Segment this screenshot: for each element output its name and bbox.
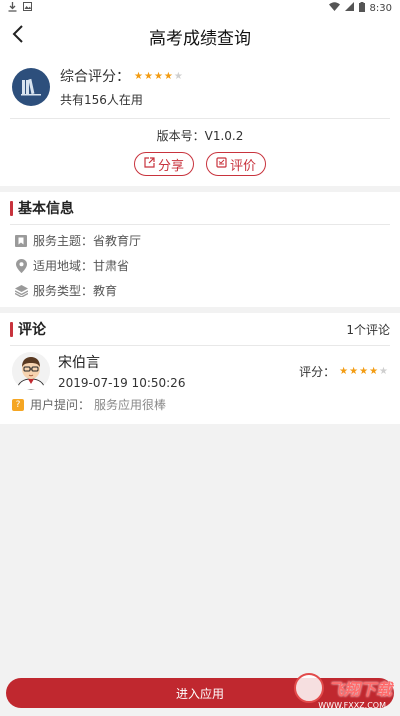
app-info: 综合评分： ★ ★ ★ ★ ★ 共有156人在用	[0, 56, 400, 118]
share-label: 分享	[157, 158, 184, 174]
bookmark-icon	[14, 234, 28, 248]
commenter-name: 宋伯言	[58, 355, 100, 371]
basic-info-section: 基本信息 服务主题：省教育厅 适用地域：甘肃省 服务类型：教育	[0, 192, 400, 307]
star-icon: ★	[153, 70, 163, 82]
star-icon: ★	[359, 365, 369, 377]
battery-icon	[358, 1, 365, 15]
star-empty-icon: ★	[379, 365, 388, 377]
comment-score: 评分： ★ ★ ★ ★ ★	[299, 363, 388, 380]
star-icon: ★	[143, 70, 153, 82]
comments-section: 评论 1个评论 宋伯言 2019-07-19 10:50:26 评分： ★ ★ …	[0, 313, 400, 424]
info-row-theme: 服务主题：省教育厅	[0, 228, 400, 253]
comment-rating-stars: ★ ★ ★ ★ ★	[339, 366, 388, 377]
image-notification-icon	[23, 2, 32, 14]
rating-label: 综合评分：	[60, 69, 130, 85]
comment-question: ? 用户提问： 服务应用很棒	[12, 396, 388, 413]
app-logo-icon	[12, 68, 50, 106]
share-icon	[144, 156, 155, 172]
section-title: 评论	[18, 322, 46, 338]
layers-icon	[14, 284, 28, 298]
section-accent-bar	[10, 200, 13, 216]
comment-time: 2019-07-19 10:50:26	[58, 376, 186, 390]
avatar	[12, 352, 50, 390]
edit-icon	[216, 156, 227, 172]
info-text: 服务主题：省教育厅	[33, 234, 142, 248]
back-button[interactable]	[0, 16, 36, 56]
comment-item: 宋伯言 2019-07-19 10:50:26 评分： ★ ★ ★ ★ ★ ? …	[0, 346, 400, 421]
question-text: 服务应用很棒	[94, 398, 167, 412]
app-card: 综合评分： ★ ★ ★ ★ ★ 共有156人在用 版本号：V1.0.2 分享 评…	[0, 56, 400, 186]
info-row-region: 适用地域：甘肃省	[0, 253, 400, 278]
enter-app-label: 进入应用	[175, 686, 224, 701]
watermark-circle-icon	[293, 673, 324, 703]
chevron-left-icon	[12, 25, 24, 47]
watermark-logo: 飞翔下载 WWW.FXXZ.COM	[293, 673, 392, 710]
info-text: 服务类型：教育	[33, 284, 118, 298]
info-row-type: 服务类型：教育	[0, 278, 400, 303]
question-label: 用户提问：	[30, 398, 91, 412]
star-icon: ★	[134, 70, 143, 82]
review-button[interactable]: 评价	[206, 152, 267, 176]
watermark-sub: WWW.FXXZ.COM	[318, 701, 386, 710]
download-icon	[8, 1, 17, 15]
status-time: 8:30	[369, 2, 392, 14]
score-label: 评分：	[299, 364, 336, 379]
star-icon: ★	[369, 365, 379, 377]
section-accent-bar	[10, 321, 13, 337]
share-button[interactable]: 分享	[133, 152, 194, 176]
app-bar: 高考成绩查询	[0, 16, 400, 56]
users-count: 共有156人在用	[60, 93, 143, 107]
page-title: 高考成绩查询	[149, 28, 251, 49]
star-icon: ★	[163, 70, 173, 82]
location-pin-icon	[14, 258, 28, 273]
star-icon: ★	[349, 365, 359, 377]
wifi-icon	[328, 2, 340, 14]
status-bar: 8:30	[0, 0, 400, 16]
question-icon: ?	[12, 398, 24, 411]
star-icon: ★	[339, 365, 349, 377]
info-text: 适用地域：甘肃省	[33, 259, 130, 273]
version-text: 版本号：V1.0.2	[156, 129, 244, 143]
comment-count[interactable]: 1个评论	[346, 321, 390, 338]
review-label: 评价	[230, 158, 257, 174]
app-rating-stars: ★ ★ ★ ★ ★	[134, 71, 183, 82]
watermark-text: 飞翔下载	[327, 680, 392, 699]
star-empty-icon: ★	[173, 70, 183, 82]
signal-icon	[344, 2, 354, 14]
section-title: 基本信息	[18, 201, 74, 217]
